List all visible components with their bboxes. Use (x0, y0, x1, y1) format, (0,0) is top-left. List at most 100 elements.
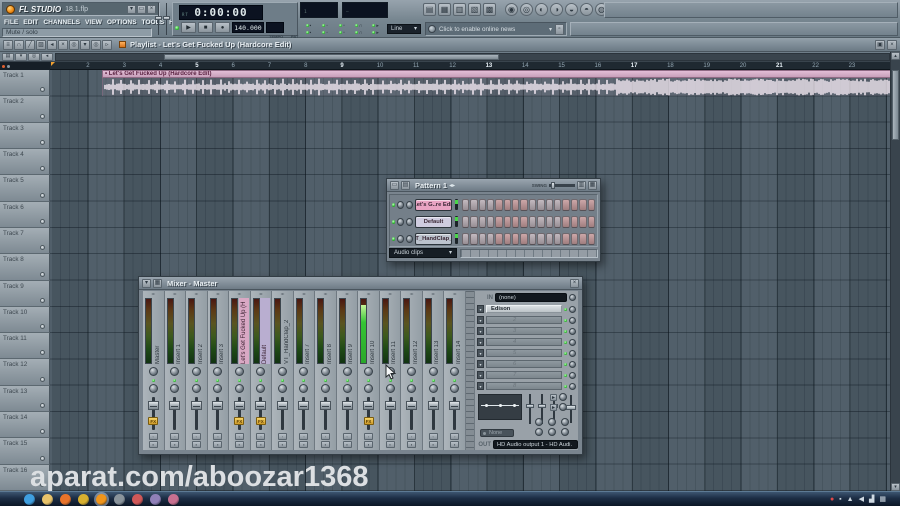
track-mute-led[interactable] (40, 113, 45, 119)
mixer-strip-insert-1[interactable]: ◂▸ Insert 1 ◦ ▪ (164, 291, 187, 450)
step-cell[interactable] (470, 232, 478, 245)
strip-dock-icon[interactable]: ▪ (364, 441, 374, 448)
strip-pan-knob[interactable] (213, 367, 223, 376)
strip-enable-led[interactable] (345, 379, 349, 382)
delete-icon[interactable]: × (58, 39, 68, 50)
misc-knob[interactable] (561, 418, 570, 426)
slot-mix-knob[interactable] (569, 338, 576, 346)
mixer-strip-insert-9[interactable]: ◂▸ Insert 9 ◦ ▪ (336, 291, 359, 450)
playlist-track-header[interactable]: Track 2 (0, 96, 50, 123)
slot-mix-knob[interactable] (569, 382, 576, 390)
snap-option-icon[interactable]: ▪ (300, 29, 317, 36)
strip-record-arm-icon[interactable]: ◦ (342, 433, 352, 440)
strip-dock-icon[interactable]: ▪ (234, 441, 244, 448)
track-mute-led[interactable] (40, 376, 45, 382)
strip-fx-badge[interactable]: FX (363, 417, 374, 425)
step-cell[interactable] (512, 198, 520, 211)
strip-fx-badge[interactable]: FX (148, 417, 159, 425)
playlist-track-header[interactable]: Track 11 (0, 333, 50, 360)
slot-mix-knob[interactable] (569, 349, 576, 357)
detach-icon[interactable]: ▣ (875, 39, 885, 50)
snap-option-icon[interactable]: ▸ (367, 22, 384, 29)
step-cell[interactable] (486, 232, 495, 245)
minimize-icon[interactable]: ▾ (127, 4, 136, 14)
paint-icon[interactable]: ▨ (36, 39, 46, 50)
pattern-number-display[interactable] (266, 22, 284, 33)
strip-enable-led[interactable] (194, 379, 198, 382)
strip-stereo-knob[interactable] (213, 384, 223, 393)
online-news-bar[interactable]: Click to enable online news ▾ ▫ (425, 22, 567, 36)
recording-indicator-icon[interactable]: ● (830, 496, 834, 503)
mute-icon[interactable]: ◎ (69, 39, 79, 50)
track-mute-led[interactable] (40, 192, 45, 198)
step-cell[interactable] (503, 215, 512, 228)
strip-pan-knob[interactable] (342, 367, 352, 376)
step-cell[interactable] (579, 198, 587, 211)
track-mute-led[interactable] (40, 324, 45, 330)
strip-pan-knob[interactable] (407, 367, 417, 376)
snap-option-icon[interactable]: ▪ (300, 22, 317, 29)
swing-slider[interactable] (549, 181, 575, 189)
playlist-vscrollbar[interactable]: ▴ ▾ (890, 52, 900, 491)
fx-slot-name[interactable]: 3 (486, 327, 562, 335)
step-cell[interactable] (478, 215, 486, 228)
menu-arrow-icon[interactable]: ≡ (3, 39, 13, 50)
strip-stereo-knob[interactable] (342, 384, 352, 393)
song-start-marker[interactable] (51, 62, 55, 66)
step-cell[interactable] (587, 198, 595, 211)
strip-fader-handle[interactable] (169, 401, 181, 410)
strip-dock-icon[interactable]: ▪ (450, 441, 460, 448)
vscroll-thumb[interactable] (892, 70, 899, 140)
strip-enable-led[interactable] (259, 379, 263, 382)
strip-record-arm-icon[interactable]: ◦ (321, 433, 331, 440)
strip-dock-icon[interactable]: ▪ (342, 441, 352, 448)
fx-slot-4[interactable]: ▾ 4 (477, 337, 576, 347)
strip-dock-icon[interactable]: ▪ (299, 441, 309, 448)
strip-record-arm-icon[interactable]: ◦ (450, 433, 460, 440)
channel-group-filter[interactable]: Audio clips ▾ (389, 248, 457, 258)
strip-record-arm-icon[interactable]: ◦ (277, 433, 287, 440)
menu-options[interactable]: OPTIONS (107, 19, 137, 26)
playlist-track-header[interactable]: Track 12 (0, 359, 50, 386)
strip-stereo-knob[interactable] (277, 384, 287, 393)
strip-record-arm-icon[interactable]: ◦ (407, 433, 417, 440)
step-cell[interactable] (537, 232, 545, 245)
step-cell[interactable] (461, 232, 470, 245)
taskbar-chrome[interactable] (78, 493, 89, 505)
playlist-track-header[interactable]: Track 13 (0, 385, 50, 413)
strip-pan-knob[interactable] (234, 367, 244, 376)
strip-enable-led[interactable] (367, 379, 371, 382)
channel-mute-led[interactable] (392, 202, 396, 207)
track-mute-led[interactable] (40, 271, 45, 277)
step-cell[interactable] (528, 232, 537, 245)
step-cell[interactable] (570, 198, 579, 211)
stereo-sep-handle[interactable] (566, 405, 576, 410)
strip-stereo-knob[interactable] (256, 384, 266, 393)
tray-app-icon[interactable]: ▪ (839, 496, 841, 503)
strip-fader-handle[interactable] (190, 401, 202, 410)
strip-stereo-knob[interactable] (148, 384, 158, 393)
step-cell[interactable] (554, 198, 562, 211)
strip-record-arm-icon[interactable]: ◦ (148, 433, 158, 440)
fx-slot-name[interactable]: Edison (486, 305, 562, 313)
step-cell[interactable] (528, 198, 537, 211)
strip-stereo-knob[interactable] (428, 384, 438, 393)
strip-fader-handle[interactable] (406, 401, 418, 410)
strip-stereo-knob[interactable] (234, 384, 244, 393)
slot-menu-icon[interactable]: ▾ (477, 338, 484, 346)
step-sequencer-icon[interactable]: ▦ (438, 3, 451, 16)
piano-roll-icon[interactable]: ▥ (453, 3, 466, 16)
taskbar-app-purple[interactable] (150, 493, 161, 505)
playlist-track-header[interactable]: Track 4 (0, 148, 50, 176)
strip-fx-badge[interactable]: FX (234, 417, 245, 425)
step-cell[interactable] (520, 198, 528, 211)
snap-option-icon[interactable]: ◦ (317, 22, 334, 29)
strip-fader-handle[interactable] (384, 401, 396, 410)
step-cell[interactable] (554, 232, 562, 245)
strip-dock-icon[interactable]: ▪ (277, 441, 287, 448)
news-refresh-button[interactable]: ▫ (555, 23, 564, 35)
fx-slot-name[interactable]: 7 (486, 371, 562, 379)
route-toggle-icon[interactable]: ▸ (550, 404, 557, 411)
snap-option-icon[interactable]: ▫ (334, 22, 351, 29)
audio-clip-header[interactable]: • Let's Get Fucked Up (Hardcore Edit) (102, 70, 900, 78)
